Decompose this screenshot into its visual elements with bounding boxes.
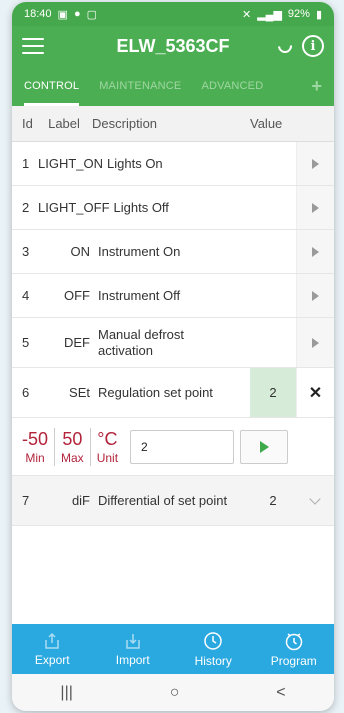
expand-button[interactable] — [296, 476, 334, 525]
nav-import[interactable]: Import — [93, 624, 174, 674]
row-description: Differential of set point — [98, 492, 228, 508]
signal-icon: ▂▄▆ — [257, 8, 282, 21]
battery-percent: 92% — [287, 8, 310, 20]
info-icon[interactable]: i — [302, 35, 324, 57]
table-row: 1 LIGHT_ON Lights On — [12, 142, 334, 186]
status-time: 18:40 — [24, 8, 52, 20]
app-notification-icon: ▢ — [86, 8, 97, 21]
header-description: Description — [92, 115, 158, 131]
tab-bar: CONTROL MAINTENANCE ADVANCED + — [12, 66, 334, 106]
nav-import-label: Import — [115, 652, 150, 667]
send-value-button[interactable] — [240, 429, 289, 464]
row-label: DEF — [64, 335, 90, 350]
app-bar: ELW_5363CF i — [12, 26, 334, 66]
row-label: LIGHT_ON — [38, 156, 104, 171]
execute-button[interactable] — [296, 274, 334, 317]
import-icon — [126, 633, 140, 649]
tab-control[interactable]: CONTROL — [24, 66, 80, 106]
tab-maintenance[interactable]: MAINTENANCE — [99, 66, 181, 106]
tab-advanced[interactable]: ADVANCED — [201, 66, 263, 106]
close-icon: ✕ — [308, 384, 323, 402]
row-label: SEt — [69, 385, 90, 400]
value-input[interactable]: 2 — [130, 429, 235, 464]
max-label: Max — [61, 450, 84, 465]
row-description: Lights On — [107, 156, 163, 171]
unit-value: °C — [97, 428, 118, 449]
nav-program-label: Program — [270, 653, 317, 668]
execute-button[interactable] — [296, 318, 334, 367]
table-row: 2 LIGHT_OFF Lights Off — [12, 186, 334, 230]
notification-icon: ▣ — [57, 8, 68, 21]
header-id: Id — [22, 116, 33, 131]
table-row: 3 ON Instrument On — [12, 230, 334, 274]
row-value: 2 — [269, 493, 277, 508]
system-nav-bar: ||| ○ < — [12, 674, 334, 711]
row-description: Lights Off — [113, 200, 169, 215]
close-button[interactable]: ✕ — [296, 368, 334, 417]
row-label: LIGHT_OFF — [38, 200, 110, 215]
play-icon — [312, 246, 319, 257]
status-bar: 18:40 ▣ ● ▢ ✕ ▂▄▆ 92% ▮ — [12, 2, 334, 26]
table-row-selected: 6 SEt Regulation set point 2 ✕ — [12, 368, 334, 418]
row-id: 5 — [22, 335, 30, 350]
add-tab-icon[interactable]: + — [311, 76, 322, 97]
chevron-down-icon — [309, 492, 321, 505]
row-id: 7 — [22, 493, 30, 508]
play-icon — [312, 202, 319, 213]
header-value: Value — [250, 116, 283, 131]
row-id: 3 — [22, 244, 30, 259]
execute-button[interactable] — [296, 142, 334, 185]
max-block: 50 Max — [55, 429, 90, 465]
program-icon — [285, 632, 302, 650]
back-button[interactable]: < — [276, 684, 285, 702]
row-id: 6 — [22, 385, 30, 400]
table-row: 5 DEF Manual defrost activation — [12, 318, 334, 368]
row-label: diF — [71, 493, 90, 508]
loading-spinner-icon — [275, 36, 295, 56]
menu-icon[interactable] — [22, 38, 44, 54]
header-label: Label — [48, 116, 80, 131]
table-row: 7 diF Differential of set point 2 — [12, 476, 334, 526]
play-icon — [312, 290, 319, 301]
history-icon — [204, 631, 222, 650]
nav-history[interactable]: History — [173, 624, 254, 674]
bottom-nav: Export Import History Program — [12, 624, 334, 674]
max-value: 50 — [62, 428, 83, 449]
home-button[interactable]: ○ — [170, 684, 180, 702]
recents-button[interactable]: ||| — [60, 684, 72, 702]
mute-icon: ✕ — [241, 8, 252, 21]
row-label: OFF — [64, 288, 90, 303]
min-label: Min — [25, 450, 45, 465]
table-row: 4 OFF Instrument Off — [12, 274, 334, 318]
play-icon — [259, 440, 269, 453]
row-label: ON — [70, 244, 91, 259]
row-description: Instrument Off — [98, 287, 181, 303]
battery-icon: ▮ — [315, 8, 322, 21]
unit-block: °C Unit — [91, 429, 124, 465]
row-description: Regulation set point — [98, 384, 213, 400]
unit-label: Unit — [96, 450, 119, 465]
play-icon — [312, 337, 319, 348]
execute-button[interactable] — [296, 230, 334, 273]
execute-button[interactable] — [296, 186, 334, 229]
row-value: 2 — [250, 368, 296, 417]
location-icon: ● — [73, 8, 81, 20]
min-block: -50 Min — [22, 429, 54, 465]
export-icon — [45, 632, 59, 649]
row-id: 1 — [22, 156, 30, 171]
min-value: -50 — [22, 428, 49, 449]
nav-history-label: History — [194, 653, 232, 668]
phone-screen: 18:40 ▣ ● ▢ ✕ ▂▄▆ 92% ▮ ELW_5363CF i CON… — [12, 2, 334, 711]
nav-program[interactable]: Program — [254, 624, 335, 674]
table-header: Id Label Description Value — [12, 106, 334, 142]
row-id: 2 — [22, 200, 30, 215]
value-editor: -50 Min 50 Max °C Unit 2 — [12, 418, 334, 476]
row-id: 4 — [22, 288, 30, 303]
nav-export[interactable]: Export — [12, 624, 93, 674]
row-description: Manual defrost activation — [98, 326, 184, 358]
row-description: Instrument On — [98, 243, 181, 259]
play-icon — [312, 158, 319, 169]
nav-export-label: Export — [34, 652, 70, 667]
